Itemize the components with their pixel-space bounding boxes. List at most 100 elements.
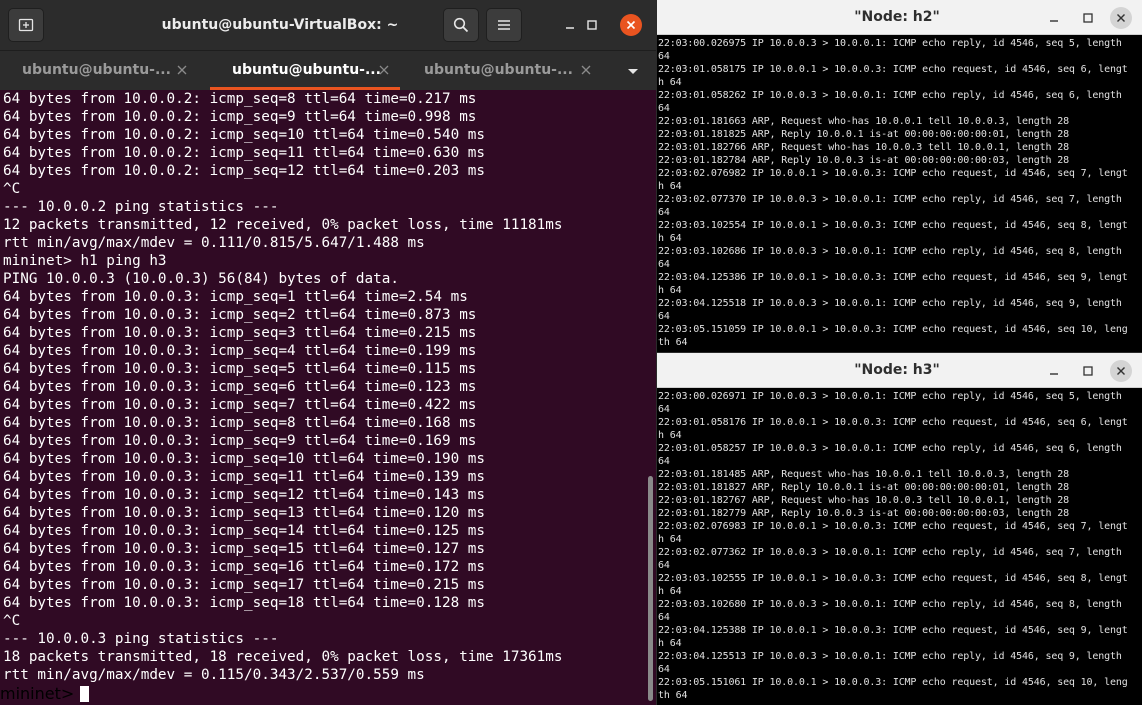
terminal-tab-1[interactable]: ubuntu@ubuntu-...	[0, 51, 210, 90]
tcpdump-line: 22:03:04.125513 IP 10.0.0.3 > 10.0.0.1: …	[658, 651, 1122, 662]
window-title: ubuntu@ubuntu-VirtualBox: ~	[161, 17, 399, 33]
terminal-tab-2-active[interactable]: ubuntu@ubuntu-...	[210, 51, 400, 90]
close-button[interactable]	[1110, 7, 1132, 29]
new-tab-icon	[18, 18, 34, 32]
terminal-tab-3[interactable]: ubuntu@ubuntu-...	[400, 51, 610, 90]
tcpdump-line: 22:03:02.076982 IP 10.0.0.1 > 10.0.0.3: …	[658, 168, 1128, 179]
tcpdump-line: 22:03:02.077370 IP 10.0.0.3 > 10.0.0.1: …	[658, 194, 1122, 205]
terminal-line: 12 packets transmitted, 12 received, 0% …	[3, 217, 563, 233]
tcpdump-line: 22:03:00.026971 IP 10.0.0.3 > 10.0.0.1: …	[658, 391, 1122, 402]
terminal-line: 64 bytes from 10.0.0.3: icmp_seq=1 ttl=6…	[3, 289, 468, 305]
tcpdump-line: 64	[658, 259, 670, 270]
terminal-line: 64 bytes from 10.0.0.2: icmp_seq=11 ttl=…	[3, 145, 486, 161]
terminal-line: 64 bytes from 10.0.0.3: icmp_seq=15 ttl=…	[3, 541, 486, 557]
maximize-button[interactable]	[581, 14, 603, 36]
tcpdump-line: 64	[658, 103, 670, 114]
new-tab-button[interactable]	[8, 8, 44, 42]
tcpdump-line: 22:03:01.058257 IP 10.0.0.3 > 10.0.0.1: …	[658, 443, 1122, 454]
minimize-button[interactable]	[559, 14, 581, 36]
tcpdump-line: 64	[658, 404, 670, 415]
terminal-line: 64 bytes from 10.0.0.3: icmp_seq=13 ttl=…	[3, 505, 486, 521]
tcpdump-line: h 64	[658, 430, 682, 441]
tab-close-icon[interactable]	[378, 64, 390, 76]
tcpdump-line: 64	[658, 311, 670, 322]
terminal-line: rtt min/avg/max/mdev = 0.111/0.815/5.647…	[3, 235, 425, 251]
tcpdump-line: 22:03:01.181485 ARP, Request who-has 10.…	[658, 469, 1069, 480]
terminal-line: 64 bytes from 10.0.0.2: icmp_seq=10 ttl=…	[3, 127, 486, 143]
tcpdump-line: h 64	[658, 77, 682, 88]
hamburger-menu-icon	[498, 20, 510, 30]
node-h3-output[interactable]: 22:03:00.026971 IP 10.0.0.3 > 10.0.0.1: …	[657, 390, 1142, 705]
terminal-line: 64 bytes from 10.0.0.3: icmp_seq=4 ttl=6…	[3, 343, 477, 359]
terminal-line: 64 bytes from 10.0.0.3: icmp_seq=17 ttl=…	[3, 577, 486, 593]
minimize-icon	[566, 27, 574, 29]
tcpdump-line: 22:03:01.058262 IP 10.0.0.3 > 10.0.0.1: …	[658, 90, 1122, 101]
tcpdump-line: h 64	[658, 534, 682, 545]
chevron-down-icon[interactable]	[622, 61, 644, 81]
minimize-button[interactable]	[1045, 9, 1063, 27]
node-h3-title-bar: "Node: h3"	[657, 353, 1142, 388]
terminal-line: 64 bytes from 10.0.0.3: icmp_seq=9 ttl=6…	[3, 433, 477, 449]
close-icon	[1117, 14, 1125, 22]
tcpdump-line: h 64	[658, 586, 682, 597]
minimize-icon	[1050, 373, 1058, 375]
terminal-line: rtt min/avg/max/mdev = 0.115/0.343/2.537…	[3, 667, 425, 683]
tcpdump-line: 22:03:01.181663 ARP, Request who-has 10.…	[658, 116, 1069, 127]
tcpdump-line: 22:03:03.102680 IP 10.0.0.3 > 10.0.0.1: …	[658, 599, 1122, 610]
minimize-icon	[1050, 20, 1058, 22]
maximize-icon	[587, 20, 597, 30]
tcpdump-line: 22:03:02.077362 IP 10.0.0.3 > 10.0.0.1: …	[658, 547, 1122, 558]
scrollbar-thumb[interactable]	[648, 476, 653, 701]
tcpdump-line: 64	[658, 560, 670, 571]
tab-close-icon[interactable]	[176, 64, 188, 76]
close-icon	[1117, 367, 1125, 375]
terminal-line: 64 bytes from 10.0.0.3: icmp_seq=2 ttl=6…	[3, 307, 477, 323]
tcpdump-line: 22:03:03.102554 IP 10.0.0.1 > 10.0.0.3: …	[658, 220, 1128, 231]
maximize-button[interactable]	[1079, 9, 1097, 27]
terminal-line: 64 bytes from 10.0.0.3: icmp_seq=12 ttl=…	[3, 487, 486, 503]
terminal-line: ^C	[3, 181, 21, 197]
tcpdump-line: h 64	[658, 233, 682, 244]
menu-button[interactable]	[486, 8, 522, 42]
terminal-line: 64 bytes from 10.0.0.3: icmp_seq=14 ttl=…	[3, 523, 486, 539]
maximize-button[interactable]	[1079, 362, 1097, 380]
tab-label: ubuntu@ubuntu-...	[22, 62, 171, 78]
node-h2-title-bar: "Node: h2"	[657, 0, 1142, 35]
terminal-line: --- 10.0.0.2 ping statistics ---	[3, 199, 279, 215]
tcpdump-line: h 64	[658, 285, 682, 296]
terminal-line: 18 packets transmitted, 18 received, 0% …	[3, 649, 563, 665]
text-cursor	[80, 686, 90, 702]
node-h2-window: "Node: h2" 22:03:00.026975 IP 10.0.0.3 >…	[657, 0, 1142, 352]
tcpdump-line: 22:03:01.058176 IP 10.0.0.1 > 10.0.0.3: …	[658, 417, 1128, 428]
terminal-line: --- 10.0.0.3 ping statistics ---	[3, 631, 279, 647]
tcpdump-line: 22:03:04.125518 IP 10.0.0.3 > 10.0.0.1: …	[658, 298, 1122, 309]
terminal-line: mininet> h1 ping h3	[3, 253, 167, 269]
tab-close-icon[interactable]	[580, 64, 592, 76]
terminal-line: 64 bytes from 10.0.0.3: icmp_seq=16 ttl=…	[3, 559, 486, 575]
tcpdump-line: 22:03:01.182784 ARP, Reply 10.0.0.3 is-a…	[658, 155, 1069, 166]
tab-label: ubuntu@ubuntu-...	[232, 62, 381, 78]
minimize-button[interactable]	[1045, 362, 1063, 380]
tcpdump-line: h 64	[658, 181, 682, 192]
terminal-line: 64 bytes from 10.0.0.3: icmp_seq=3 ttl=6…	[3, 325, 477, 341]
terminal-line: 64 bytes from 10.0.0.3: icmp_seq=7 ttl=6…	[3, 397, 477, 413]
terminal-line: 64 bytes from 10.0.0.3: icmp_seq=18 ttl=…	[3, 595, 486, 611]
terminal-output[interactable]: 64 bytes from 10.0.0.2: icmp_seq=8 ttl=6…	[0, 90, 646, 705]
search-button[interactable]	[443, 8, 479, 42]
tcpdump-line: 64	[658, 664, 670, 675]
tcpdump-line: 22:03:01.181827 ARP, Reply 10.0.0.1 is-a…	[658, 482, 1069, 493]
terminal-line: 64 bytes from 10.0.0.2: icmp_seq=9 ttl=6…	[3, 109, 477, 125]
close-icon	[626, 20, 636, 30]
node-h2-output[interactable]: 22:03:00.026975 IP 10.0.0.3 > 10.0.0.1: …	[657, 37, 1142, 352]
close-button[interactable]	[620, 14, 642, 36]
terminal-line: 64 bytes from 10.0.0.3: icmp_seq=6 ttl=6…	[3, 379, 477, 395]
prompt-line[interactable]: mininet>	[0, 684, 646, 703]
tcpdump-line: 64	[658, 456, 670, 467]
tcpdump-line: 22:03:01.058175 IP 10.0.0.1 > 10.0.0.3: …	[658, 64, 1128, 75]
maximize-icon	[1083, 13, 1093, 23]
close-button[interactable]	[1110, 360, 1132, 382]
search-icon	[453, 17, 469, 33]
terminal-line: ^C	[3, 613, 21, 629]
window-title: "Node: h2"	[854, 9, 940, 25]
terminal-line: 64 bytes from 10.0.0.3: icmp_seq=10 ttl=…	[3, 451, 486, 467]
